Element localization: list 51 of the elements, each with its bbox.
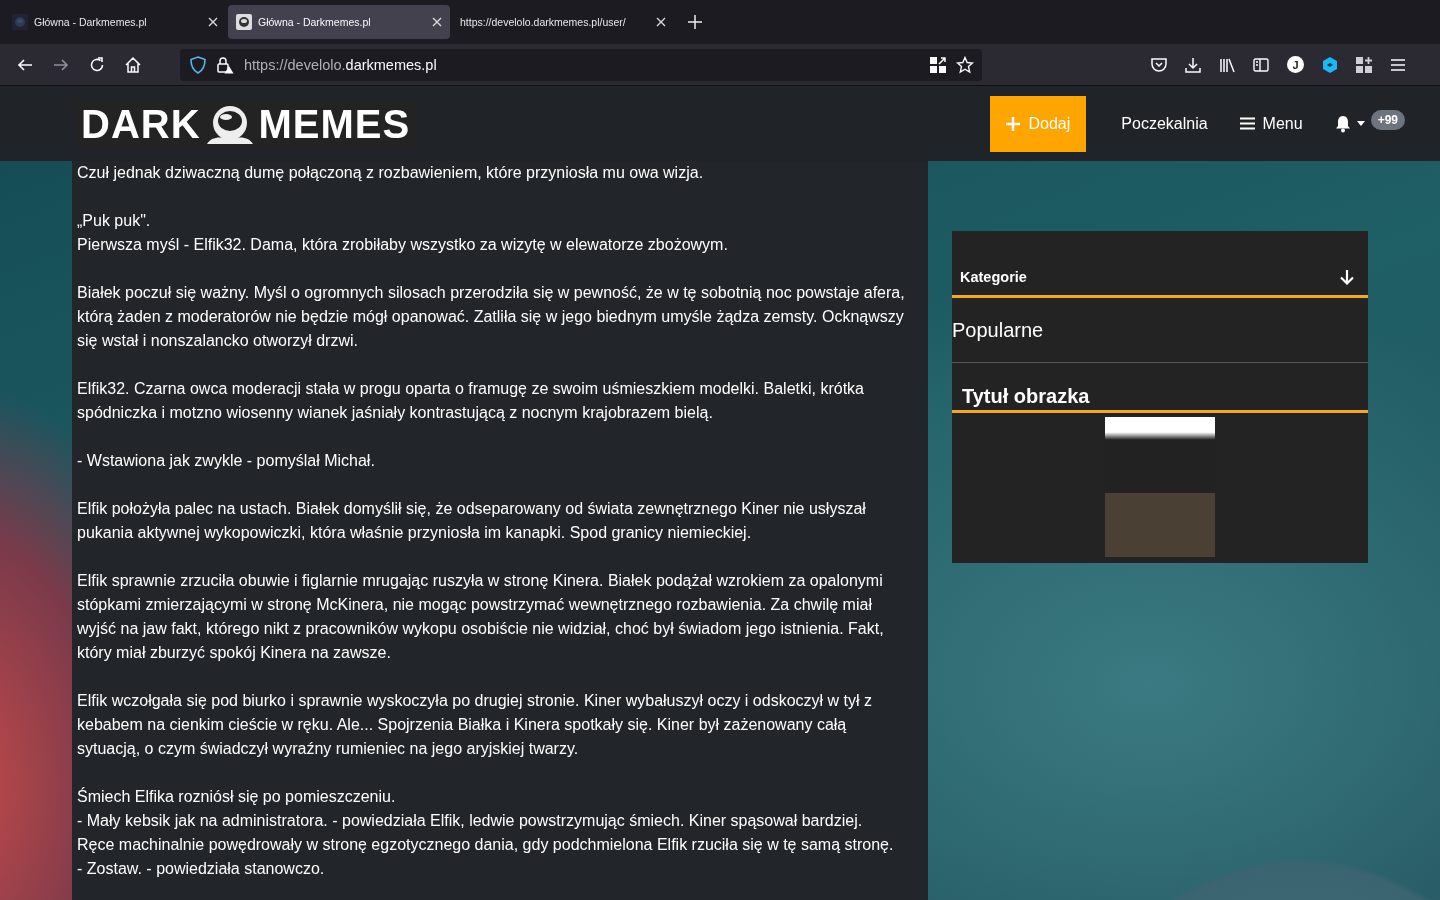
article-text: Białek poczuł się ważny. Myśl o ogromnych silosach przerodziła się w pewność, że w tę sobotnią noc powstaje afera, którą żaden z moderatorów nie będzie mógł opanować. Zatliła się w jego biednym umyśle żądza zemsty. Ocknąwszy się wstał i nonszalancko otworzył drzwi. xyxy=(77,283,906,351)
lock-warning-icon[interactable] xyxy=(216,55,234,74)
pocket-icon[interactable] xyxy=(1151,56,1167,73)
article-text: „Puk puk". xyxy=(77,211,152,231)
close-icon[interactable] xyxy=(432,17,442,27)
browser-tab[interactable]: https://develolo.darkmemes.pl/user/ xyxy=(452,5,674,39)
nav-link[interactable]: Poczekalnia xyxy=(1121,114,1208,133)
grid-icon[interactable] xyxy=(930,56,946,73)
menu-icon xyxy=(1239,117,1255,130)
article-text: Śmiech Elfika rozniósł się po pomieszczeniu. xyxy=(77,786,397,807)
article-text: Elfik32. Czarna owca moderacji stała w progu oparta o framugę ze swoim uśmieszkiem modelki. Baletki, krótka spódniczka i motzno wiosenny wianek jaśniały kontrastującą z nocnym krajobrazem bielą. xyxy=(77,379,865,423)
arrow-down-icon xyxy=(1340,269,1354,285)
site-logo[interactable]: DARK MEMES xyxy=(77,100,417,147)
extensions-icon[interactable] xyxy=(1356,56,1372,73)
nav-link[interactable]: Menu xyxy=(1239,114,1303,133)
close-icon[interactable] xyxy=(208,17,218,27)
article-text: - Mały kebsik jak na administratora. - powiedziała Elfik, ledwie powstrzymując śmiech. Kiner spąsował bardziej. xyxy=(77,811,864,831)
notification-count: +99 xyxy=(1370,110,1405,130)
library-icon[interactable] xyxy=(1219,56,1235,73)
article-text: Ręce machinalnie powędrowały w stronę egzotycznego dania, gdy podchmielona Elfik rzuciła się w tę samą stronę. xyxy=(77,835,895,855)
plus-icon[interactable] xyxy=(688,15,702,29)
browser-tab[interactable]: Główna - Darkmemes.pl xyxy=(228,5,450,39)
logo-text: MEMES xyxy=(258,103,411,144)
browser-tab[interactable]: Główna - Darkmemes.pl xyxy=(4,5,226,39)
close-icon[interactable] xyxy=(656,17,666,27)
categories-dropdown[interactable]: Kategorie xyxy=(952,259,1368,298)
plus-icon xyxy=(1006,116,1021,131)
bell-icon[interactable] xyxy=(1334,114,1351,133)
home-icon[interactable] xyxy=(124,55,142,74)
account-avatar[interactable]: J xyxy=(1287,56,1304,73)
star-icon[interactable] xyxy=(956,55,974,74)
article-text: Elfik położyła palec na ustach. Białek domyślił się, że odseparowany od świata zewnętrznego Kiner nie usłyszał pukania aktywnej wykopowiczki, która właśnie przyniosła im kanapki. Spod granicy niemieckiej. xyxy=(77,499,867,543)
image-title: Tytuł obrazka xyxy=(952,363,1368,413)
article-text: - Wstawiona jak zwykle - pomyślał Michał. xyxy=(77,451,376,471)
reload-icon[interactable] xyxy=(88,55,106,74)
download-icon[interactable] xyxy=(1185,56,1201,73)
menu-icon[interactable] xyxy=(1390,57,1406,72)
url-text: https://develolo.darkmemes.pl xyxy=(244,56,437,73)
caret-icon[interactable] xyxy=(1356,121,1365,126)
address-bar[interactable]: https://develolo.darkmemes.pl xyxy=(180,48,982,81)
article-text: Czuł jednak dziwaczną dumę połączoną z rozbawieniem, które przyniosła mu owa wizja. xyxy=(77,163,705,183)
sidebar-icon[interactable] xyxy=(1253,57,1269,72)
photo-placeholder[interactable] xyxy=(1105,417,1215,557)
shield-icon[interactable] xyxy=(190,55,206,74)
article-text: Elfik wczołgała się pod biurko i sprawnie wyskoczyła po drugiej stronie. Kiner wybałuszył oczy i odskoczył w tył z kebabem na cienkim cieście w ręku. Ale... Spojrzenia Białka i Kinera spotkały się. Kiner był zażenowany całą sytuacją, o czym świadczył wyraźny rumieniec na jego aryjskiej twarzy. xyxy=(77,691,873,759)
article-text: - Zostaw. - powiedziała stanowczo. xyxy=(77,859,326,879)
article-text: Pierwsza myśl - Elfik32. Dama, która zrobiłaby wszystko za wizytę w elewatorze zbożowym. xyxy=(77,235,729,255)
article-text: Elfik sprawnie zrzuciła obuwie i figlarnie mrugając ruszyła w stronę Kinera. Białek podążał wzrokiem za opalonymi stópkami zmierzającymi w stronę McKinera, nie mogąc powstrzymać wewnętrznego rozbawienia. Za chwilę miał wyjść na jaw fakt, którego nikt z pracowników wykopu osobiście nie widział, choć był świadom jego istnienia. Fakt, który miał zburzyć spokój Kinera na zawsze. xyxy=(77,571,885,663)
cube-icon[interactable] xyxy=(1322,55,1338,74)
section-heading: Popularne xyxy=(952,298,1368,363)
logo-text: DARK xyxy=(81,103,201,144)
